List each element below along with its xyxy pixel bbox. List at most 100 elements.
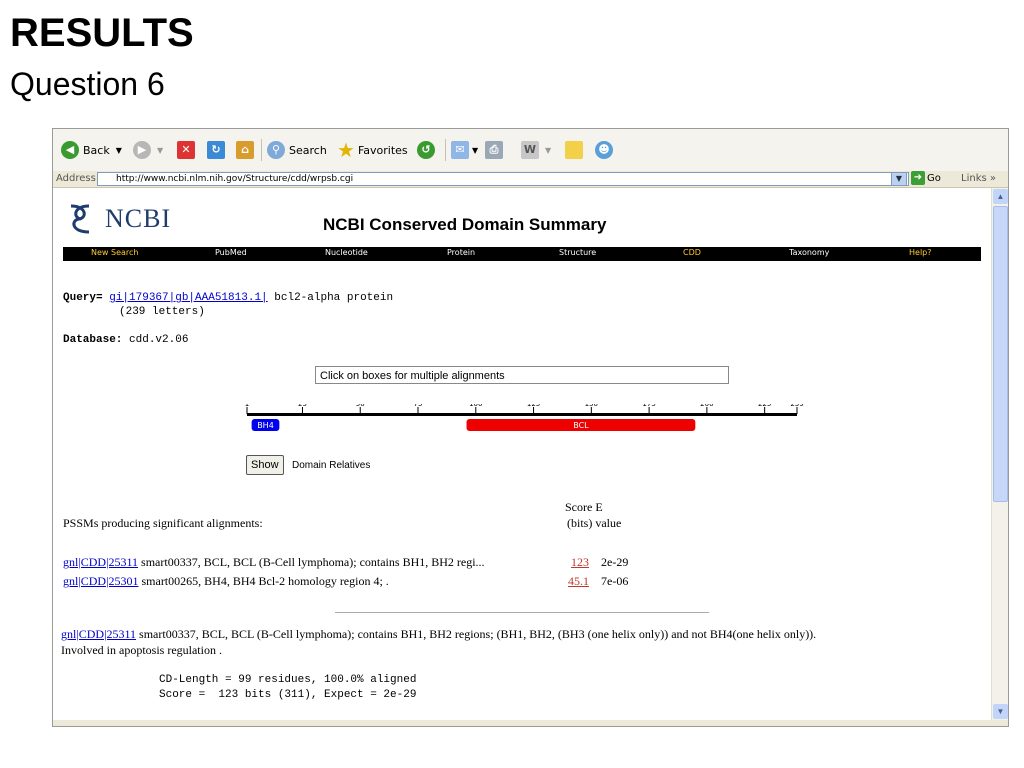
domain-map: 1 25 50 75 100 125 150 175 200 225 239BH4 BCL bbox=[245, 404, 804, 431]
hit-link[interactable]: gnl|CDD|25301 bbox=[63, 574, 138, 588]
address-label: Address bbox=[56, 173, 96, 184]
history-icon: ↺ bbox=[417, 141, 435, 159]
stop-icon: ✕ bbox=[177, 141, 195, 159]
back-button[interactable]: ◀ Back ▼ bbox=[61, 138, 122, 162]
cd-length: CD-Length = 99 residues, 100.0% aligned bbox=[159, 674, 417, 686]
chevron-down-icon: ▼ bbox=[157, 145, 164, 155]
helix-icon bbox=[70, 204, 90, 234]
history-button[interactable]: ↺ bbox=[417, 138, 435, 162]
links-button[interactable]: Links » bbox=[961, 173, 996, 184]
logo-text: NCBI bbox=[105, 204, 172, 233]
hit-row: gnl|CDD|25301 smart00265, BH4, BH4 Bcl-2… bbox=[63, 574, 983, 589]
ruler-tick-label: 239 bbox=[790, 404, 803, 408]
status-bar bbox=[53, 720, 1008, 726]
scroll-thumb[interactable] bbox=[993, 206, 1008, 502]
ncbi-logo[interactable]: NCBI bbox=[67, 202, 171, 236]
domain-relatives-label: Domain Relatives bbox=[292, 460, 371, 471]
print-button[interactable]: ⎙ bbox=[485, 138, 503, 162]
database-line: Database: cdd.v2.06 bbox=[63, 334, 188, 346]
hit-score[interactable]: 45.1 bbox=[568, 574, 589, 589]
address-input[interactable]: http://www.ncbi.nlm.nih.gov/Structure/cd… bbox=[97, 172, 909, 186]
word-icon: W bbox=[521, 141, 539, 159]
notes-button[interactable] bbox=[565, 138, 583, 162]
mail-icon: ✉ bbox=[451, 141, 469, 159]
refresh-button[interactable]: ↻ bbox=[207, 138, 225, 162]
ruler-tick-label: 175 bbox=[642, 404, 655, 408]
nav-taxonomy[interactable]: Taxonomy bbox=[789, 248, 829, 257]
ruler-tick-label: 25 bbox=[298, 404, 307, 408]
home-icon: ⌂ bbox=[236, 141, 254, 159]
slide-title: RESULTS bbox=[10, 11, 194, 55]
hit-evalue: 2e-29 bbox=[601, 555, 629, 569]
domain-label: BH4 bbox=[257, 421, 274, 430]
query-length: (239 letters) bbox=[119, 306, 205, 318]
detail-text-2: Involved in apoptosis regulation . bbox=[61, 643, 222, 657]
favorites-button[interactable]: ★ Favorites bbox=[337, 138, 408, 162]
ruler-tick-label: 75 bbox=[414, 404, 423, 408]
go-label: Go bbox=[927, 172, 941, 184]
forward-button[interactable]: ▶ ▼ bbox=[133, 138, 163, 162]
domain-label: BCL bbox=[573, 421, 589, 430]
score-header-2: (bits) value bbox=[567, 516, 622, 530]
detail-link[interactable]: gnl|CDD|25311 bbox=[61, 627, 136, 641]
hit-evalue: 7e-06 bbox=[601, 574, 629, 588]
address-dropdown-icon[interactable]: ▼ bbox=[891, 172, 907, 186]
info-box: Click on boxes for multiple alignments bbox=[315, 366, 729, 384]
page-title: NCBI Conserved Domain Summary bbox=[323, 215, 607, 234]
score-line: Score = 123 bits (311), Expect = 2e-29 bbox=[159, 689, 417, 701]
search-icon: ⚲ bbox=[267, 141, 285, 159]
back-label: Back bbox=[83, 143, 110, 157]
query-line: Query= gi|179367|gb|AAA51813.1| bcl2-alp… bbox=[63, 292, 393, 304]
ruler-tick-label: 150 bbox=[585, 404, 598, 408]
query-description: bcl2-alpha protein bbox=[274, 292, 394, 304]
nav-nucleotide[interactable]: Nucleotide bbox=[325, 248, 368, 257]
show-button[interactable]: Show bbox=[246, 455, 284, 475]
nav-new-search[interactable]: New Search bbox=[91, 248, 138, 257]
edit-button[interactable]: W ▼ bbox=[521, 138, 551, 162]
mail-button[interactable]: ✉ ▼ bbox=[451, 138, 478, 162]
ruler-tick-label: 100 bbox=[469, 404, 482, 408]
hit-score[interactable]: 123 bbox=[571, 555, 589, 570]
toolbar-divider bbox=[445, 139, 446, 161]
address-bar: Address http://www.ncbi.nlm.nih.gov/Stru… bbox=[53, 171, 1008, 188]
ruler-tick-label: 225 bbox=[758, 404, 771, 408]
vertical-scrollbar[interactable]: ▲ ▼ bbox=[991, 188, 1008, 720]
database-label: Database: bbox=[63, 334, 123, 346]
hit-link[interactable]: gnl|CDD|25311 bbox=[63, 555, 138, 569]
nav-cdd[interactable]: CDD bbox=[683, 248, 701, 257]
nav-help[interactable]: Help? bbox=[909, 248, 931, 257]
chevron-down-icon: ▼ bbox=[472, 145, 479, 155]
query-link[interactable]: gi|179367|gb|AAA51813.1| bbox=[109, 292, 267, 304]
go-arrow-icon: ➜ bbox=[911, 171, 925, 185]
ruler-tick-label: 200 bbox=[700, 404, 713, 408]
domain-box-bh4[interactable]: BH4 bbox=[251, 419, 280, 431]
nav-bar: New Search PubMed Nucleotide Protein Str… bbox=[63, 247, 981, 261]
home-button[interactable]: ⌂ bbox=[236, 138, 254, 162]
scroll-up-icon[interactable]: ▲ bbox=[993, 189, 1008, 204]
refresh-icon: ↻ bbox=[207, 141, 225, 159]
score-header-1: Score E bbox=[565, 500, 603, 514]
nav-protein[interactable]: Protein bbox=[447, 248, 475, 257]
query-label: Query= bbox=[63, 292, 103, 304]
messenger-button[interactable]: ☻ bbox=[595, 138, 613, 162]
go-button[interactable]: ➜ Go bbox=[911, 171, 941, 185]
nav-structure[interactable]: Structure bbox=[559, 248, 596, 257]
scroll-down-icon[interactable]: ▼ bbox=[993, 704, 1008, 719]
nav-pubmed[interactable]: PubMed bbox=[215, 248, 247, 257]
detail-description: gnl|CDD|25311 smart00337, BCL, BCL (B-Ce… bbox=[61, 626, 986, 658]
divider bbox=[335, 612, 709, 613]
domain-box-bcl[interactable]: BCL bbox=[466, 419, 696, 431]
slide-subtitle: Question 6 bbox=[10, 66, 165, 102]
pssm-label: PSSMs producing significant alignments: bbox=[63, 516, 263, 530]
database-value: cdd.v2.06 bbox=[129, 334, 189, 346]
browser-window: ◀ Back ▼ ▶ ▼ ✕ ↻ ⌂ ⚲ Search ★ Favorites … bbox=[52, 128, 1009, 727]
stop-button[interactable]: ✕ bbox=[177, 138, 195, 162]
search-label: Search bbox=[289, 143, 327, 157]
star-icon: ★ bbox=[337, 138, 355, 162]
ruler-tick-label: 125 bbox=[527, 404, 540, 408]
ruler-tick-label: 1 bbox=[245, 404, 249, 408]
toolbar-divider bbox=[261, 139, 262, 161]
chevron-down-icon: ▼ bbox=[115, 145, 122, 155]
search-button[interactable]: ⚲ Search bbox=[267, 138, 327, 162]
back-arrow-icon: ◀ bbox=[61, 141, 79, 159]
